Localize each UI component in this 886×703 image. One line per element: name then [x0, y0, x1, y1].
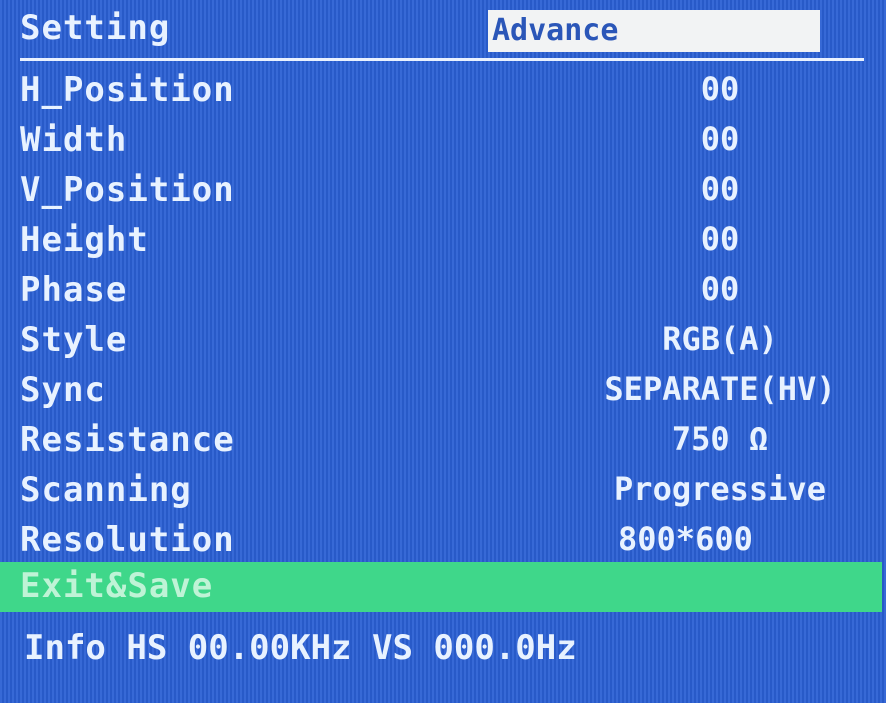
menu-item-v-position[interactable]: V_Position 00: [0, 164, 886, 214]
info-status: Info HS 00.00KHz VS 000.0Hz: [24, 628, 577, 668]
menu-item-style[interactable]: Style RGB(A): [0, 314, 886, 364]
header-divider: [20, 58, 864, 61]
menu-item-resolution[interactable]: Resolution 800*600: [0, 514, 886, 564]
menu-item-value: 00: [700, 220, 740, 258]
settings-menu: H_Position 00 Width 00 V_Position 00 Hei…: [0, 64, 886, 564]
exit-save-button[interactable]: Exit&Save: [0, 562, 882, 612]
menu-item-value: SEPARATE(HV): [604, 370, 836, 408]
menu-item-label: H_Position: [20, 70, 235, 110]
menu-item-scanning[interactable]: Scanning Progressive: [0, 464, 886, 514]
menu-item-value: 00: [700, 170, 740, 208]
menu-item-phase[interactable]: Phase 00: [0, 264, 886, 314]
osd-header: Setting Advance: [0, 0, 886, 58]
menu-item-label: Resistance: [20, 420, 235, 460]
menu-item-label: Height: [20, 220, 149, 260]
menu-item-label: Resolution: [20, 520, 235, 560]
menu-item-value: RGB(A): [662, 320, 778, 358]
menu-item-label: V_Position: [20, 170, 235, 210]
menu-item-height[interactable]: Height 00: [0, 214, 886, 264]
page-title: Setting: [20, 8, 171, 48]
menu-item-label: Scanning: [20, 470, 192, 510]
menu-item-h-position[interactable]: H_Position 00: [0, 64, 886, 114]
tab-advance[interactable]: Advance: [488, 10, 820, 52]
exit-save-label: Exit&Save: [20, 566, 214, 606]
menu-item-value: 00: [700, 120, 740, 158]
menu-item-value: Progressive: [614, 470, 826, 508]
menu-item-resistance[interactable]: Resistance 750 Ω: [0, 414, 886, 464]
menu-item-value: 800*600: [618, 520, 753, 558]
menu-item-value: 00: [700, 270, 740, 308]
menu-item-value: 00: [700, 70, 740, 108]
menu-item-sync[interactable]: Sync SEPARATE(HV): [0, 364, 886, 414]
menu-item-label: Sync: [20, 370, 106, 410]
menu-item-width[interactable]: Width 00: [0, 114, 886, 164]
menu-item-value: 750 Ω: [671, 420, 769, 458]
menu-item-label: Phase: [20, 270, 128, 310]
menu-item-label: Width: [20, 120, 128, 160]
osd-screen: Setting Advance H_Position 00 Width 00 V…: [0, 0, 886, 703]
menu-item-label: Style: [20, 320, 128, 360]
